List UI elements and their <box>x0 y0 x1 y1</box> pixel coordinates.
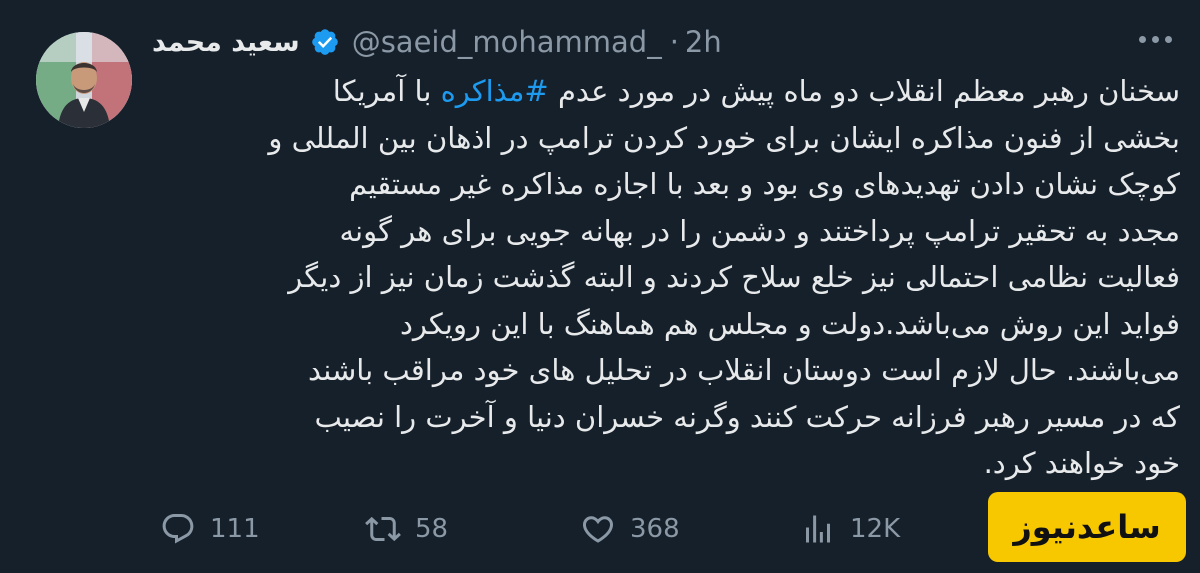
views-chart-icon <box>806 515 830 543</box>
tweet-line-2: بخشی از فنون مذاکره ایشان برای خورد کردن… <box>268 120 1180 155</box>
tweet-line-5: فعالیت نظامی احتمالی نیز خلع سلاح کردند … <box>288 260 1180 294</box>
separator-dot: · <box>669 25 679 59</box>
tweet-card[interactable]: سعید محمد @saeid_mohammad_ · 2h سخنان ره… <box>0 0 1200 573</box>
retweet-button[interactable]: 58 <box>365 511 448 547</box>
like-button[interactable]: 368 <box>580 511 680 547</box>
reply-button[interactable]: 111 <box>160 511 260 547</box>
hashtag-link[interactable]: #مذاکره <box>441 74 549 108</box>
display-name[interactable]: سعید محمد <box>152 27 300 58</box>
reply-icon <box>162 514 194 544</box>
tweet-line-3: کوچک نشان دادن تهدیدهای وی بود و بعد با … <box>349 167 1180 201</box>
retweet-icon <box>365 516 401 542</box>
verified-badge-icon[interactable] <box>310 27 340 57</box>
tweet-text: سخنان رهبر معظم انقلاب دو ماه پیش در مور… <box>150 68 1180 487</box>
tweet-line-8: که در مسیر رهبر فرزانه حرکت کنند وگرنه خ… <box>314 399 1180 434</box>
author-handle[interactable]: @saeid_mohammad_ <box>352 25 662 59</box>
more-options-icon[interactable] <box>1139 36 1172 43</box>
tweet-line-4: مجدد به تحقیر ترامپ پرداختند و دشمن را د… <box>339 213 1180 248</box>
retweet-count: 58 <box>415 514 449 544</box>
heart-icon <box>582 516 614 543</box>
tweet-line-1: سخنان رهبر معظم انقلاب دو ماه پیش در مور… <box>332 74 1180 108</box>
tweet-line-9: خود خواهند کرد. <box>983 446 1180 480</box>
tweet-actions: 111 58 368 12K <box>160 505 920 553</box>
like-count: 368 <box>630 514 680 544</box>
watermark-logo: ساعدنیوز <box>988 492 1186 562</box>
profile-photo-icon <box>36 32 132 128</box>
avatar[interactable] <box>36 32 132 128</box>
reply-count: 111 <box>210 514 260 544</box>
tweet-line-6: فواید این روش می‌باشد.دولت و مجلس هم هما… <box>399 306 1180 341</box>
views-button[interactable]: 12K <box>800 511 900 547</box>
views-count: 12K <box>850 514 901 544</box>
tweet-line-7: می‌باشند. حال لازم است دوستان انقلاب در … <box>308 353 1180 387</box>
tweet-header: سعید محمد @saeid_mohammad_ · 2h <box>152 22 722 62</box>
tweet-timestamp[interactable]: 2h <box>685 25 722 59</box>
